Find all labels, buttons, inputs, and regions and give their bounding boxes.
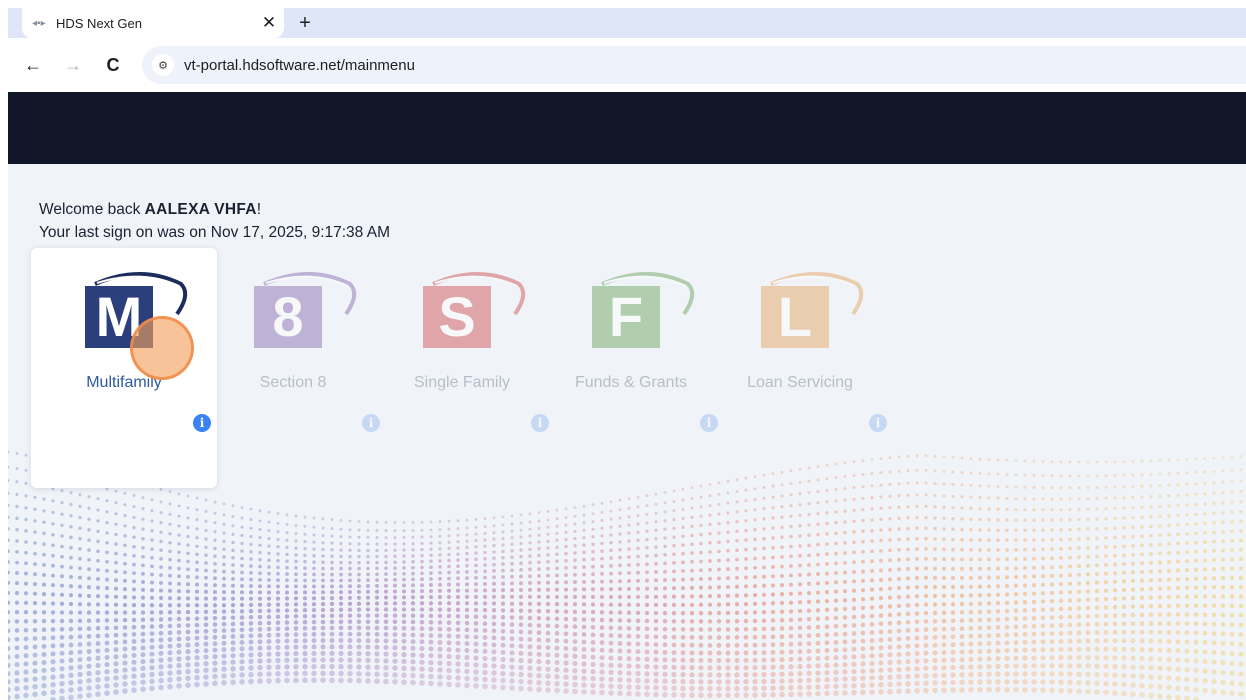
module-logo-icon: L — [761, 272, 864, 348]
tab-title: HDS Next Gen — [56, 15, 142, 31]
reload-icon[interactable]: C — [100, 52, 126, 78]
forward-arrow-icon[interactable]: → — [60, 52, 86, 78]
address-bar[interactable]: ⚙ vt-portal.hdsoftware.net/mainmenu — [142, 46, 1246, 84]
site-info-icon[interactable]: ⚙ — [152, 54, 174, 76]
module-letter: F — [609, 285, 643, 348]
module-letter: 8 — [272, 285, 303, 348]
url-text[interactable]: vt-portal.hdsoftware.net/mainmenu — [184, 57, 415, 74]
welcome-line: Welcome back AALEXA VHFA! — [39, 201, 262, 218]
new-tab-icon[interactable]: + — [294, 12, 316, 34]
module-letter: S — [438, 285, 475, 348]
module-card-multifamily[interactable]: M Multifamily i — [31, 248, 217, 488]
module-label: Funds & Grants — [574, 374, 688, 391]
module-label: Single Family — [413, 374, 511, 391]
click-indicator — [130, 316, 194, 380]
welcome-message: Welcome back AALEXA VHFA! Your last sign… — [39, 198, 390, 244]
last-sign-on: Your last sign on was on Nov 17, 2025, 9… — [39, 224, 390, 241]
module-label: Multifamily — [86, 374, 162, 391]
close-tab-icon[interactable]: ✕ — [260, 13, 278, 32]
info-icon[interactable]: i — [869, 414, 887, 432]
favicon-icon: ◂▪▸ — [32, 17, 46, 29]
module-label: Section 8 — [259, 374, 327, 391]
module-label: Loan Servicing — [747, 374, 853, 391]
module-card-section-8[interactable]: 8 Section 8i — [200, 248, 386, 488]
module-letter: L — [778, 285, 812, 348]
browser-toolbar: ← → C ⚙ vt-portal.hdsoftware.net/mainmen… — [8, 38, 1246, 92]
module-card-single-family[interactable]: S Single Family i — [369, 248, 555, 488]
module-card-funds-grants[interactable]: F Funds & Grants i — [538, 248, 724, 488]
user-name: AALEXA VHFA — [144, 201, 257, 218]
back-arrow-icon[interactable]: ← — [20, 52, 46, 78]
app-header-bar — [8, 92, 1246, 164]
module-card-loan-servicing[interactable]: L Loan Servicing i — [707, 248, 893, 488]
module-logo-icon: S — [423, 272, 526, 348]
module-logo-icon: F — [592, 272, 695, 348]
module-logo-icon: 8 — [254, 272, 357, 348]
page-content: Welcome back AALEXA VHFA! Your last sign… — [8, 92, 1246, 700]
browser-tab[interactable]: ◂▪▸ HDS Next Gen ✕ — [22, 8, 284, 38]
tab-strip: ◂▪▸ HDS Next Gen ✕ + — [8, 8, 1246, 38]
